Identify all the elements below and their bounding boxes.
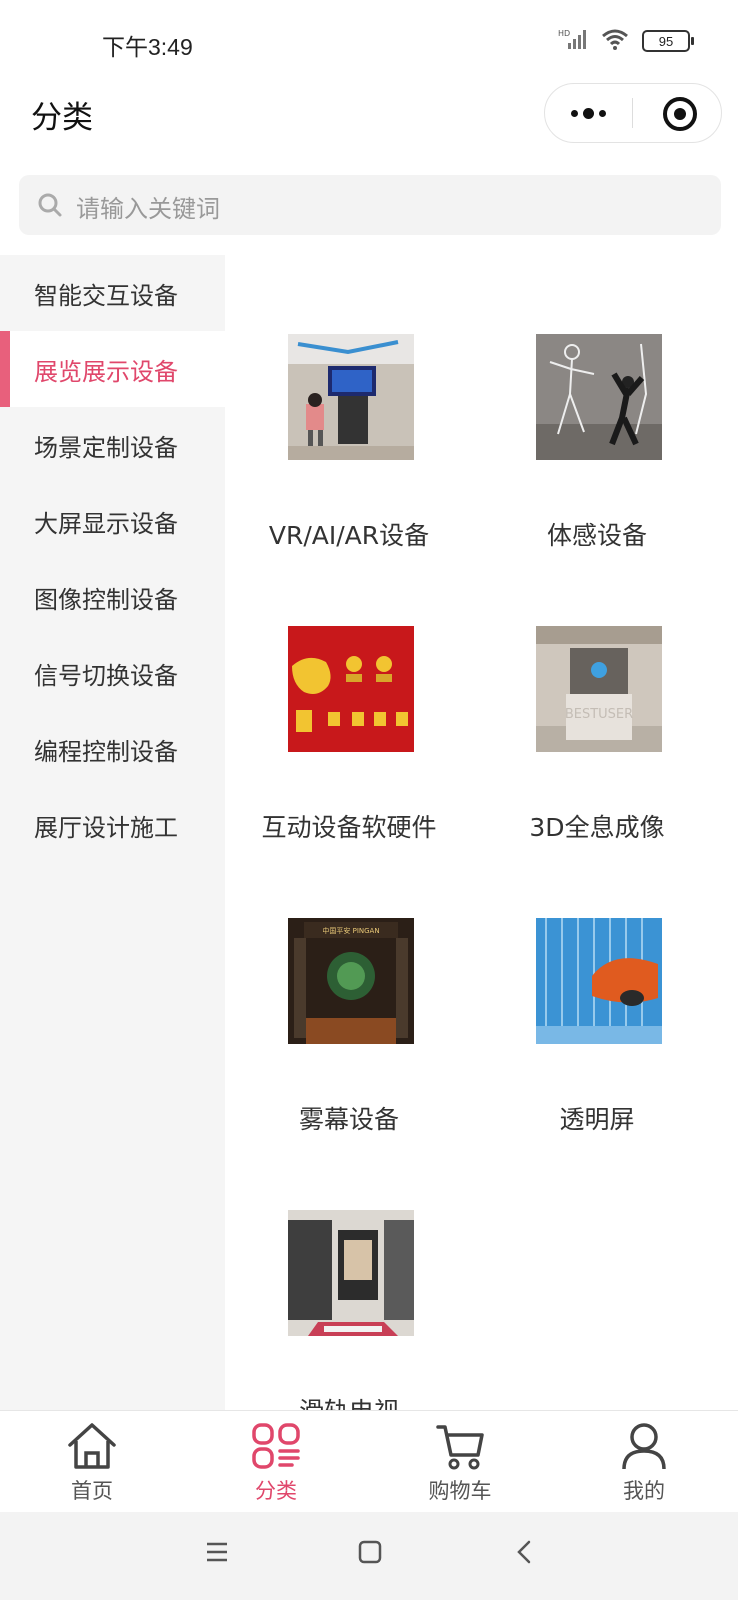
page-title: 分类 [31, 100, 93, 136]
system-nav-bar [0, 1512, 738, 1600]
svg-text:BESTUSER: BESTUSER [565, 707, 633, 722]
capsule-divider [632, 98, 633, 128]
status-time: 下午3:49 [102, 34, 193, 60]
home-square-icon[interactable] [358, 1540, 382, 1564]
sidebar-item-program-control[interactable]: 编程控制设备 [0, 711, 225, 787]
svg-text:中国平安 PINGAN: 中国平安 PINGAN [322, 926, 379, 935]
tab-home[interactable]: 首页 [0, 1411, 184, 1513]
sidebar-item-large-screen[interactable]: 大屏显示设备 [0, 483, 225, 559]
sidebar-item-image-control[interactable]: 图像控制设备 [0, 559, 225, 635]
bottom-tab-bar: 首页 分类 购物车 我的 [0, 1410, 738, 1513]
tab-home-label: 首页 [71, 1479, 113, 1503]
product-label: 互动设备软硬件 [261, 813, 437, 842]
product-label: 体感设备 [546, 521, 647, 550]
search-input[interactable]: 请输入关键词 [19, 175, 721, 235]
status-icons: HD 95 [558, 28, 694, 54]
tab-cart[interactable]: 购物车 [368, 1411, 552, 1513]
product-label: 雾幕设备 [298, 1105, 399, 1134]
product-thumbnail-hologram: BESTUSER [536, 626, 662, 752]
cart-icon [436, 1425, 484, 1470]
sidebar-item-smart-interaction[interactable]: 智能交互设备 [0, 255, 225, 331]
svg-text:HD: HD [558, 29, 570, 38]
more-icon[interactable] [545, 84, 632, 142]
product-label: 3D全息成像 [529, 813, 665, 842]
product-label: VR/AI/AR设备 [268, 521, 430, 550]
product-card[interactable]: 透明屏 [473, 918, 721, 1210]
product-thumbnail-somatosensory [536, 334, 662, 460]
wifi-icon [600, 28, 630, 54]
product-card[interactable]: 互动设备软硬件 [225, 626, 473, 918]
category-sidebar: 智能交互设备 展览展示设备 场景定制设备 大屏显示设备 图像控制设备 信号切换设… [0, 255, 225, 1410]
tab-category[interactable]: 分类 [184, 1411, 368, 1513]
product-thumbnail-slide-tv [288, 1210, 414, 1336]
search-icon [38, 193, 62, 217]
product-thumbnail-interactive-software [288, 626, 414, 752]
nav-bar: 分类 [0, 80, 738, 170]
product-thumbnail-fog-screen: 中国平安 PINGAN [288, 918, 414, 1044]
user-icon [622, 1423, 666, 1470]
product-thumbnail-vr [288, 334, 414, 460]
product-card[interactable]: 中国平安 PINGAN 雾幕设备 [225, 918, 473, 1210]
home-icon [68, 1423, 116, 1469]
product-card[interactable]: 体感设备 [473, 334, 721, 626]
product-label: 滑轨电视 [225, 1392, 473, 1410]
category-icon [252, 1423, 300, 1469]
tab-profile[interactable]: 我的 [552, 1411, 736, 1513]
status-bar: 下午3:49 HD 95 [0, 0, 738, 80]
product-thumbnail-transparent-screen [536, 918, 662, 1044]
close-icon[interactable] [663, 97, 697, 131]
product-card[interactable]: BESTUSER 3D全息成像 [473, 626, 721, 918]
tab-category-label: 分类 [255, 1479, 297, 1503]
back-icon[interactable] [516, 1540, 532, 1564]
tab-cart-label: 购物车 [428, 1479, 492, 1503]
sidebar-item-scene-custom[interactable]: 场景定制设备 [0, 407, 225, 483]
tab-profile-label: 我的 [623, 1479, 665, 1503]
signal-icon: HD [558, 28, 588, 54]
menu-icon[interactable] [206, 1540, 228, 1564]
search-section: 请输入关键词 [0, 170, 738, 256]
mini-program-capsule [544, 83, 722, 143]
product-label: 透明屏 [559, 1105, 635, 1134]
product-card[interactable]: VR/AI/AR设备 [225, 334, 473, 626]
sidebar-item-signal-switch[interactable]: 信号切换设备 [0, 635, 225, 711]
product-panel: VR/AI/AR设备 体感设备 互动设备软硬件 BESTUSER 3D全息成像 … [225, 255, 738, 1410]
search-placeholder: 请输入关键词 [76, 195, 220, 223]
product-card[interactable]: 滑轨电视 [225, 1210, 473, 1410]
sidebar-item-hall-design[interactable]: 展厅设计施工 [0, 787, 225, 863]
sidebar-item-exhibition[interactable]: 展览展示设备 [0, 331, 225, 407]
battery-icon: 95 [642, 30, 694, 52]
